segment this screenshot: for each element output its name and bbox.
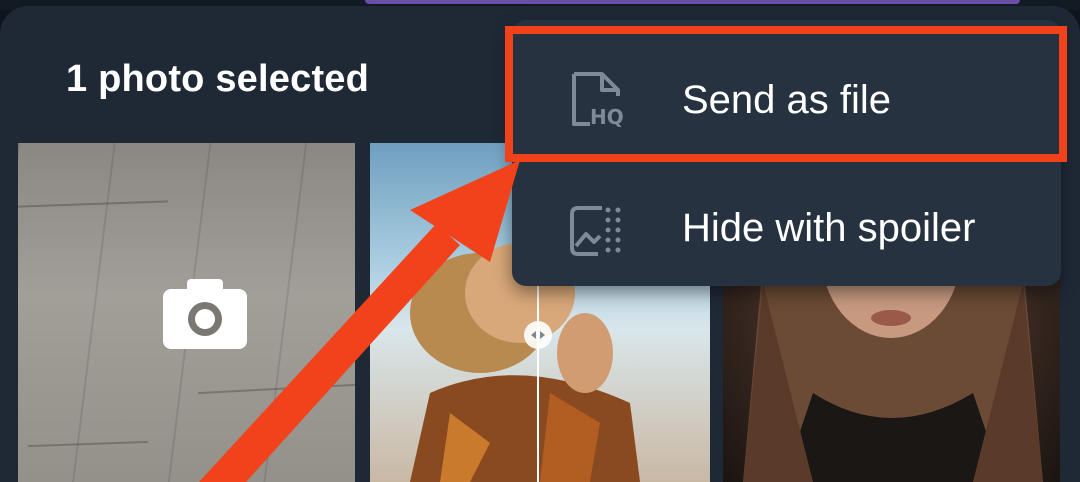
annotation-arrow — [199, 160, 520, 482]
